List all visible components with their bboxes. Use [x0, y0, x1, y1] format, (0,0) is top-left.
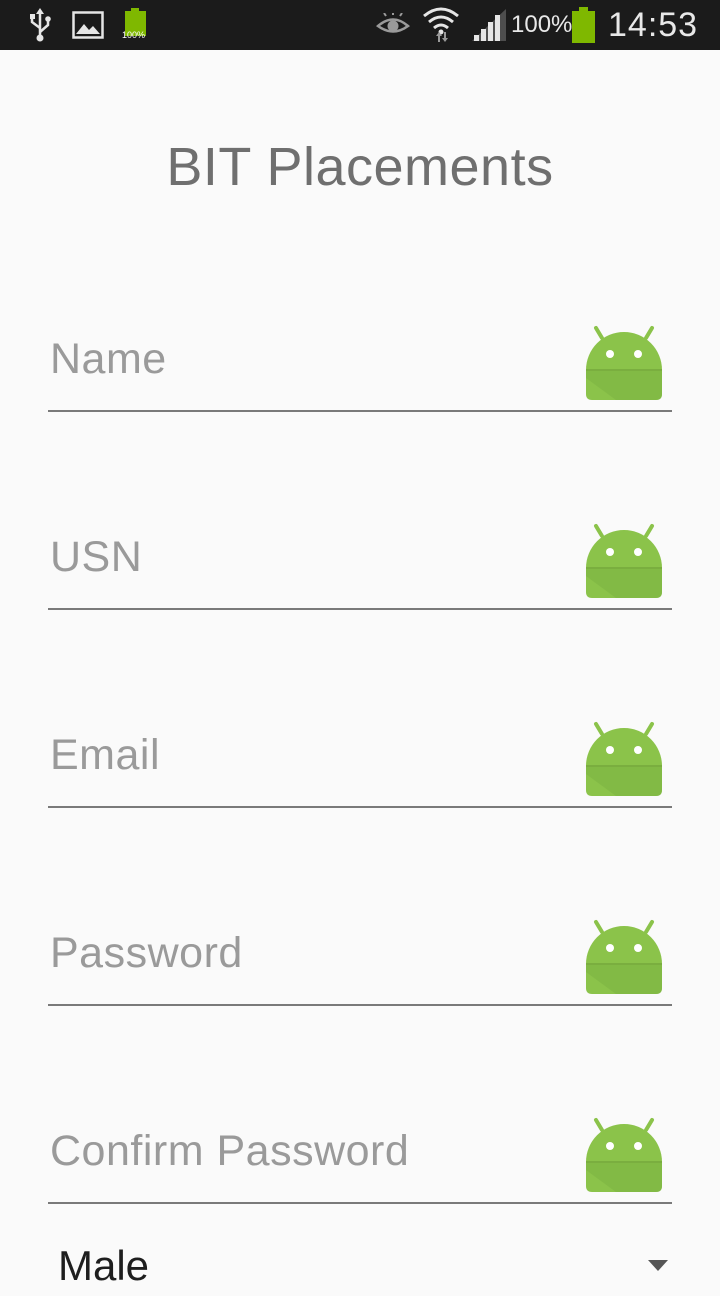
- usn-field[interactable]: USN: [48, 510, 672, 610]
- confirm-password-field-placeholder: Confirm Password: [50, 1127, 410, 1175]
- gender-dropdown[interactable]: Male: [48, 1236, 672, 1296]
- battery-icon: [570, 0, 598, 50]
- android-icon: [584, 1110, 664, 1192]
- usn-field-underline: [48, 608, 672, 610]
- confirm-password-field[interactable]: Confirm Password: [48, 1104, 672, 1204]
- password-field-placeholder: Password: [50, 929, 243, 977]
- page-title: BIT Placements: [166, 137, 554, 197]
- android-icon: [584, 318, 664, 400]
- android-icon: [584, 912, 664, 994]
- signal-icon: [472, 0, 506, 50]
- status-bar: 100% 100% 14:53: [0, 0, 720, 50]
- android-icon: [584, 714, 664, 796]
- usb-icon: [28, 0, 52, 50]
- dropdown-arrow-icon: [648, 1260, 668, 1271]
- eye-icon: [376, 0, 410, 50]
- wifi-icon: [422, 0, 460, 50]
- android-icon: [584, 516, 664, 598]
- confirm-password-field-underline: [48, 1202, 672, 1204]
- clock: 14:53: [608, 5, 699, 44]
- name-field-underline: [48, 410, 672, 412]
- name-field[interactable]: Name: [48, 312, 672, 412]
- password-field-underline: [48, 1004, 672, 1006]
- usn-field-placeholder: USN: [50, 533, 143, 581]
- gender-selected-value: Male: [58, 1242, 150, 1289]
- email-field-placeholder: Email: [50, 731, 161, 779]
- name-field-placeholder: Name: [50, 335, 167, 383]
- email-field-underline: [48, 806, 672, 808]
- battery-percent: 100%: [511, 11, 573, 38]
- email-field[interactable]: Email: [48, 708, 672, 808]
- password-field[interactable]: Password: [48, 906, 672, 1006]
- gallery-icon: [72, 0, 104, 50]
- battery-small-label: 100%: [122, 30, 146, 40]
